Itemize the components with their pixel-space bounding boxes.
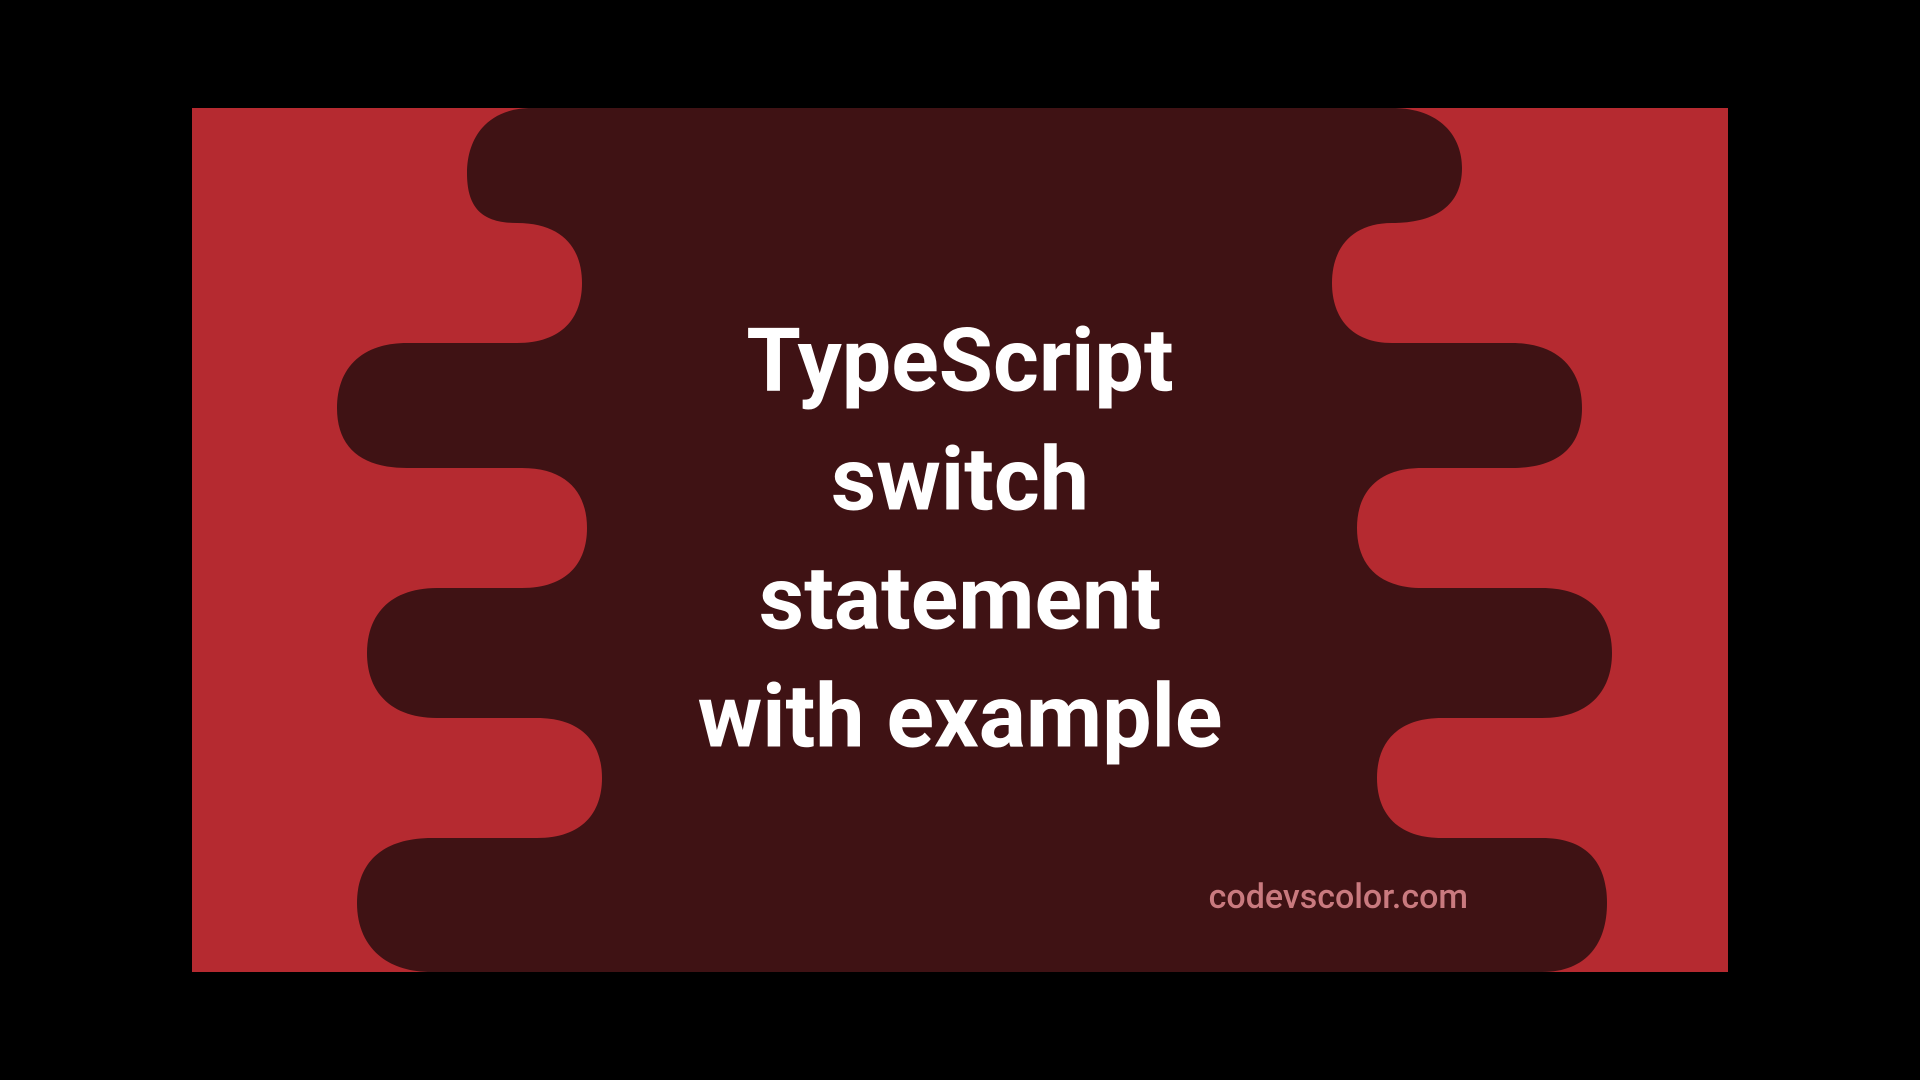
banner-card: TypeScript switch statement with example… <box>192 108 1728 972</box>
watermark-text: codevscolor.com <box>1209 877 1468 917</box>
page-title: TypeScript switch statement with example <box>698 302 1223 777</box>
